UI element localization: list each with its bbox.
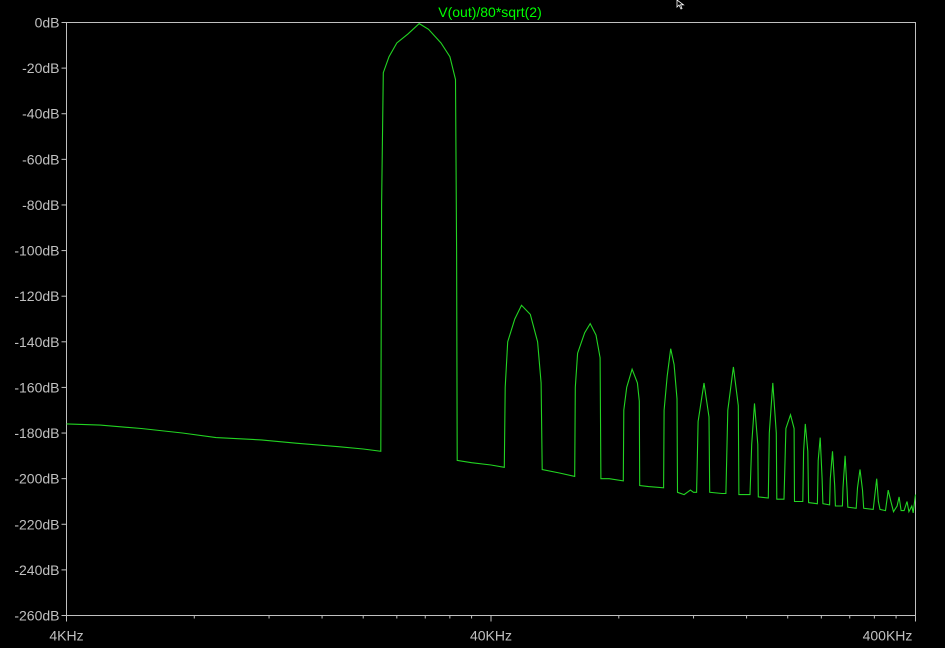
x-tick-label: 40KHz [470,628,512,644]
y-tick-label: -180dB [14,425,59,441]
chart-title: V(out)/80*sqrt(2) [438,4,541,20]
y-tick-label: -100dB [14,243,59,259]
trace-vout[interactable] [66,22,917,514]
y-tick-label: -260dB [14,608,59,624]
x-tick-label: 400KHz [863,628,913,644]
y-tick-label: -80dB [22,197,59,213]
y-tick-label: -200dB [14,471,59,487]
y-tick-label: -120dB [14,288,59,304]
mouse-pointer-icon [676,0,685,10]
y-tick-label: -60dB [22,151,59,167]
plot-frame [66,22,916,616]
y-tick-label: 0dB [35,15,60,31]
y-tick-label: -140dB [14,334,59,350]
y-tick-label: -240dB [14,562,59,578]
y-tick-label: -20dB [22,60,59,76]
y-axis: 0dB -20dB -40dB -60dB -80dB -100dB -120dB -140d… [14,15,67,624]
x-axis: 4KHz 40KHz 400KHz [49,615,916,644]
y-tick-label: -40dB [22,106,59,122]
y-tick-label: -220dB [14,516,59,532]
chart-area[interactable]: V(out)/80*sqrt(2) 0dB -20dB -40dB -60dB -80d… [0,0,945,648]
y-tick-label: -160dB [14,379,59,395]
x-tick-label: 4KHz [49,628,83,644]
